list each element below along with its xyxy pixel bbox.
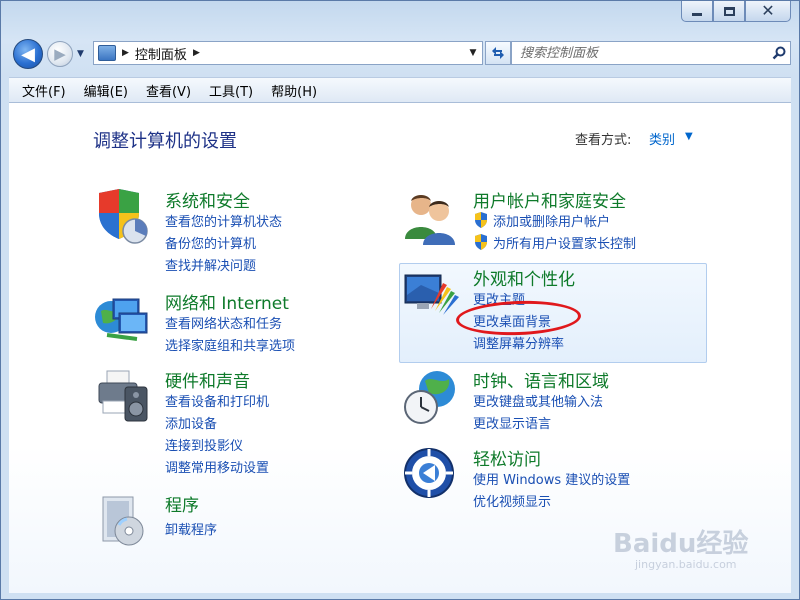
security-shield-icon [99, 189, 148, 244]
link-mobility-settings[interactable]: 调整常用移动设置 [165, 457, 269, 476]
view-by-dropdown[interactable]: 类别 [649, 129, 675, 148]
link-change-display-language[interactable]: 更改显示语言 [473, 413, 551, 432]
caption-buttons: ✕ [681, 1, 791, 23]
category-network: 网络和 Internet 查看网络状态和任务 选择家庭组和共享选项 [93, 289, 353, 354]
programs-box-icon [102, 496, 144, 546]
category-ease-of-access: 轻松访问 使用 Windows 建议的设置 优化视频显示 [401, 445, 701, 513]
link-backup-computer[interactable]: 备份您的计算机 [165, 233, 256, 252]
link-change-input-method[interactable]: 更改键盘或其他输入法 [473, 391, 603, 410]
link-uninstall-program[interactable]: 卸载程序 [165, 519, 217, 538]
category-system-security: 系统和安全 查看您的计算机状态 备份您的计算机 查找并解决问题 [93, 187, 353, 277]
maximize-button[interactable] [713, 1, 745, 22]
ease-of-access-title[interactable]: 轻松访问 [473, 445, 541, 470]
control-panel-icon [98, 45, 116, 61]
forward-button[interactable]: ▶ [47, 41, 73, 67]
control-panel-window: ✕ ◀ ▶ ▼ ▶ 控制面板 ▶ ▼ 搜索控制面板 文件(F) 编辑(E) 查看… [0, 0, 800, 600]
minimize-button[interactable] [681, 1, 713, 22]
user-accounts-title[interactable]: 用户帐户和家庭安全 [473, 187, 626, 212]
link-windows-suggested-settings[interactable]: 使用 Windows 建议的设置 [473, 469, 630, 488]
link-parental-controls-label[interactable]: 为所有用户设置家长控制 [493, 237, 636, 252]
clock-language-title[interactable]: 时钟、语言和区域 [473, 367, 609, 392]
back-arrow-icon: ◀ [21, 43, 35, 65]
hardware-sound-title[interactable]: 硬件和声音 [165, 367, 250, 392]
breadcrumb-separator-icon[interactable]: ▶ [193, 48, 200, 58]
refresh-icon [492, 47, 504, 59]
content-area: 调整计算机的设置 查看方式: 类别 ▼ 系统和安全 查看您的计算机状态 备份您的… [9, 103, 791, 593]
uac-shield-icon [475, 234, 487, 250]
network-globe-icon [95, 298, 148, 341]
appearance-monitor-icon [404, 274, 459, 315]
back-button[interactable]: ◀ [13, 39, 43, 69]
view-by-label: 查看方式: [575, 133, 632, 148]
menu-tools[interactable]: 工具(T) [200, 79, 262, 102]
address-bar[interactable]: ▶ 控制面板 ▶ ▼ [93, 41, 483, 65]
clock-globe-icon [404, 371, 455, 424]
link-troubleshoot[interactable]: 查找并解决问题 [165, 255, 256, 274]
watermark-brand: Baidu经验 [613, 529, 749, 559]
search-box[interactable] [511, 41, 791, 65]
close-icon: ✕ [761, 1, 775, 20]
uac-shield-icon [475, 212, 487, 228]
maximize-icon [723, 6, 735, 16]
ease-of-access-icon [404, 448, 454, 498]
menu-help[interactable]: 帮助(H) [262, 79, 326, 102]
close-button[interactable]: ✕ [745, 1, 791, 22]
menu-file[interactable]: 文件(F) [13, 79, 75, 102]
printer-speaker-icon [98, 370, 148, 422]
menu-edit[interactable]: 编辑(E) [75, 79, 137, 102]
watermark-url: jingyan.baidu.com [635, 558, 737, 571]
link-connect-projector[interactable]: 连接到投影仪 [165, 435, 243, 454]
recent-pages-dropdown[interactable]: ▼ [77, 49, 87, 59]
link-homegroup-sharing[interactable]: 选择家庭组和共享选项 [165, 335, 295, 354]
forward-arrow-icon: ▶ [54, 45, 66, 63]
link-devices-printers[interactable]: 查看设备和打印机 [165, 391, 269, 410]
link-view-computer-status[interactable]: 查看您的计算机状态 [165, 211, 282, 230]
breadcrumb-control-panel[interactable]: 控制面板 [135, 44, 187, 63]
category-hardware-sound: 硬件和声音 查看设备和打印机 添加设备 连接到投影仪 调整常用移动设置 [93, 367, 353, 477]
programs-title[interactable]: 程序 [165, 491, 199, 516]
search-icon[interactable] [768, 43, 790, 63]
address-dropdown-icon[interactable]: ▼ [464, 42, 482, 64]
network-title[interactable]: 网络和 Internet [165, 289, 289, 314]
link-optimize-visual-display[interactable]: 优化视频显示 [473, 491, 551, 510]
breadcrumb-separator-icon[interactable]: ▶ [122, 48, 129, 58]
baidu-jingyan-watermark: Baidu经验 jingyan.baidu.com [613, 523, 763, 583]
menu-bar: 文件(F) 编辑(E) 查看(V) 工具(T) 帮助(H) [9, 77, 791, 103]
link-add-device[interactable]: 添加设备 [165, 413, 217, 432]
category-user-accounts: 用户帐户和家庭安全 添加或删除用户帐户 为所有用户设置家长控制 [401, 187, 701, 255]
link-add-remove-accounts[interactable]: 添加或删除用户帐户 [473, 211, 610, 230]
minimize-icon [692, 12, 702, 16]
navigation-bar: ◀ ▶ ▼ ▶ 控制面板 ▶ ▼ [9, 37, 791, 71]
link-view-network-status[interactable]: 查看网络状态和任务 [165, 313, 282, 332]
link-parental-controls[interactable]: 为所有用户设置家长控制 [473, 233, 636, 252]
category-programs: 程序 卸载程序 [93, 491, 353, 551]
link-add-remove-accounts-label[interactable]: 添加或删除用户帐户 [493, 215, 610, 230]
page-title: 调整计算机的设置 [93, 131, 237, 152]
view-by-caret-icon[interactable]: ▼ [685, 131, 693, 142]
system-security-title[interactable]: 系统和安全 [165, 187, 250, 212]
search-input[interactable] [520, 43, 768, 63]
users-icon [405, 195, 455, 245]
appearance-title[interactable]: 外观和个性化 [473, 265, 575, 290]
menu-view[interactable]: 查看(V) [137, 79, 200, 102]
refresh-button[interactable] [485, 41, 511, 65]
category-clock-language: 时钟、语言和区域 更改键盘或其他输入法 更改显示语言 [401, 367, 701, 435]
link-adjust-resolution[interactable]: 调整屏幕分辨率 [473, 333, 564, 352]
